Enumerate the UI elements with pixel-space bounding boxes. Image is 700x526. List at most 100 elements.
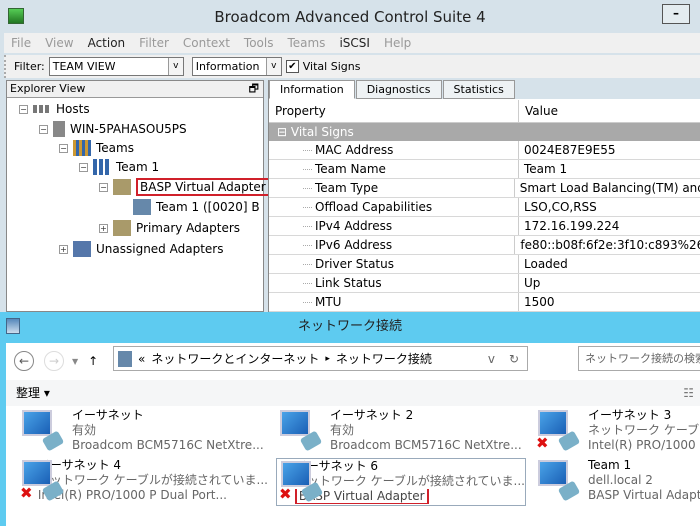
collapse-icon[interactable]: − <box>39 124 48 134</box>
chevron-down-icon: v <box>265 58 281 75</box>
connection-item[interactable]: ✖ イーサネット 4 ネットワーク ケーブルが接続されていま... Intel(R)… <box>18 458 268 506</box>
table-row[interactable]: Team Type Smart Load Balancing(TM) and <box>269 179 700 198</box>
recent-dropdown-icon[interactable]: ▼ <box>72 357 78 366</box>
connection-name: イーサネット 4 <box>37 458 122 472</box>
tree-node-teams[interactable]: − Teams <box>59 140 134 156</box>
search-input[interactable]: ネットワーク接続の検索 <box>578 346 700 371</box>
tree-node-primary[interactable]: + Primary Adapters <box>99 220 240 236</box>
tree-node-team1[interactable]: − Team 1 <box>79 159 159 175</box>
breadcrumb-network-internet[interactable]: ネットワークとインターネット <box>151 350 319 367</box>
menu-tools[interactable]: Tools <box>237 33 281 53</box>
expand-icon[interactable]: + <box>59 244 68 254</box>
connection-item[interactable]: Team 1 dell.local 2 BASP Virtual Adapte <box>534 458 700 506</box>
folder-icon <box>113 220 131 236</box>
table-row[interactable]: Team Name Team 1 <box>269 160 700 179</box>
menu-view[interactable]: View <box>38 33 80 53</box>
device-name: BASP Virtual Adapte <box>588 488 700 502</box>
col-property[interactable]: Property <box>269 100 519 122</box>
device-name: Broadcom BCM5716C NetXtre... <box>72 438 264 452</box>
back-button[interactable]: ← <box>14 351 34 371</box>
breadcrumb-network-connections[interactable]: ネットワーク接続 <box>336 350 432 367</box>
connection-device: BASP Virtual Adapte <box>588 488 700 503</box>
table-row[interactable]: IPv6 Address fe80::b08f:6f2e:3f10:c893%26 <box>269 236 700 255</box>
group-vital-signs[interactable]: ⊟ Vital Signs <box>269 123 700 141</box>
view-value: Information <box>195 60 260 73</box>
table-row[interactable]: Link Status Up <box>269 274 700 293</box>
tree-node-host[interactable]: − WIN-5PAHASOU5PS <box>39 121 187 137</box>
tree-node-unassigned[interactable]: + Unassigned Adapters <box>59 241 223 257</box>
teams-icon <box>73 140 91 156</box>
property-name: MAC Address <box>269 141 519 159</box>
explorer-view: Explorer View 🗗 − Hosts − WIN-5PAHASOU5PS −… <box>6 80 270 312</box>
chevron-down-icon: v <box>167 58 183 75</box>
vlan-adapter-icon <box>133 199 151 215</box>
table-row[interactable]: MTU 1500 <box>269 293 700 312</box>
organize-button[interactable]: 整理 ▾ <box>16 386 50 400</box>
menu-action[interactable]: Action <box>81 33 133 53</box>
table-row[interactable]: Offload Capabilities LSO,CO,RSS <box>269 198 700 217</box>
app-icon <box>8 8 24 24</box>
tab-statistics[interactable]: Statistics <box>442 80 515 99</box>
property-name: Team Type <box>269 179 515 197</box>
connection-status: ネットワーク ケーブルが接 <box>588 423 700 437</box>
connection-item[interactable]: ✖ イーサネット 3ネットワーク ケーブルが接Intel(R) PRO/1000… <box>534 408 700 456</box>
address-bar[interactable]: « ネットワークとインターネット ▸ ネットワーク接続 v ↻ <box>113 346 528 371</box>
breadcrumb-separator[interactable]: ▸ <box>325 354 330 364</box>
connection-device: Intel(R) PRO/1000 P Dual Port... <box>38 488 268 503</box>
collapse-icon[interactable]: − <box>99 182 108 192</box>
network-adapter-icon: ✖ <box>18 458 65 504</box>
menu-file[interactable]: File <box>4 33 38 53</box>
property-value: Team 1 <box>524 162 568 176</box>
view-select[interactable]: Information v <box>191 57 282 76</box>
col-value[interactable]: Value <box>519 100 558 122</box>
collapse-icon[interactable]: − <box>19 104 28 114</box>
collapse-icon[interactable]: − <box>79 162 88 172</box>
window-title: Broadcom Advanced Control Suite 4 <box>214 8 486 26</box>
table-row[interactable]: IPv4 Address 172.16.199.224 <box>269 217 700 236</box>
connection-name: イーサネット 2 <box>330 408 414 422</box>
property-value: Up <box>524 276 541 290</box>
tab-diagnostics[interactable]: Diagnostics <box>355 80 442 99</box>
breadcrumb-overflow[interactable]: « <box>138 352 145 366</box>
menu-filter[interactable]: Filter <box>132 33 176 53</box>
expand-icon[interactable]: + <box>99 223 108 233</box>
view-options-icon[interactable]: ☷ <box>683 380 694 406</box>
table-row[interactable]: MAC Address 0024E87E9E55 <box>269 141 700 160</box>
connection-item[interactable]: イーサネット 2 有効 Broadcom BCM5716C NetXtre... <box>276 408 526 456</box>
command-bar: 整理 ▾ ☷ <box>6 380 700 406</box>
tree-node-hosts[interactable]: − Hosts <box>19 102 90 116</box>
connection-name: イーサネット <box>72 408 144 422</box>
filter-select[interactable]: TEAM VIEW v <box>48 57 184 76</box>
tree-node-basp[interactable]: − BASP Virtual Adapter <box>99 178 270 196</box>
menu-iscsi[interactable]: iSCSI <box>332 33 377 53</box>
property-name: Driver Status <box>269 255 519 273</box>
tab-information[interactable]: Information <box>269 80 355 99</box>
forward-button[interactable]: → <box>44 351 64 371</box>
property-table: Property Value ⊟ Vital Signs MAC Address 0… <box>269 100 700 312</box>
connection-status: 有効 <box>330 423 355 437</box>
tree-label: Teams <box>96 141 134 155</box>
adapter-icon <box>73 241 91 257</box>
hosts-icon <box>33 105 51 113</box>
chevron-down-icon[interactable]: v <box>488 352 495 366</box>
property-name: Team Name <box>269 160 519 178</box>
restore-icon[interactable]: 🗗 <box>249 81 259 97</box>
vital-signs-label: Vital Signs <box>302 60 361 73</box>
table-row[interactable]: Driver Status Loaded <box>269 255 700 274</box>
up-arrow-icon[interactable]: ↑ <box>88 354 98 368</box>
folder-icon <box>113 179 131 195</box>
refresh-icon[interactable]: ↻ <box>509 352 519 366</box>
property-name: MTU <box>269 293 519 311</box>
connection-status: dell.local 2 <box>588 473 653 487</box>
menu-help[interactable]: Help <box>377 33 418 53</box>
collapse-icon[interactable]: − <box>59 143 68 153</box>
connection-item[interactable]: イーサネット 有効 Broadcom BCM5716C NetXtre... <box>18 408 268 456</box>
connection-item[interactable]: ✖ イーサネット 6 ネットワーク ケーブルが接続されていま... BASP Vir… <box>276 458 526 506</box>
collapse-icon[interactable]: ⊟ <box>277 125 291 139</box>
device-name: Intel(R) PRO/1000 P Dual Port... <box>37 488 227 502</box>
menu-context[interactable]: Context <box>176 33 237 53</box>
minimize-button[interactable]: – <box>662 4 690 24</box>
vital-signs-checkbox[interactable]: ✔ <box>285 60 299 73</box>
tree-node-team1-adapter[interactable]: Team 1 ([0020] B <box>133 199 260 215</box>
menu-teams[interactable]: Teams <box>280 33 332 53</box>
